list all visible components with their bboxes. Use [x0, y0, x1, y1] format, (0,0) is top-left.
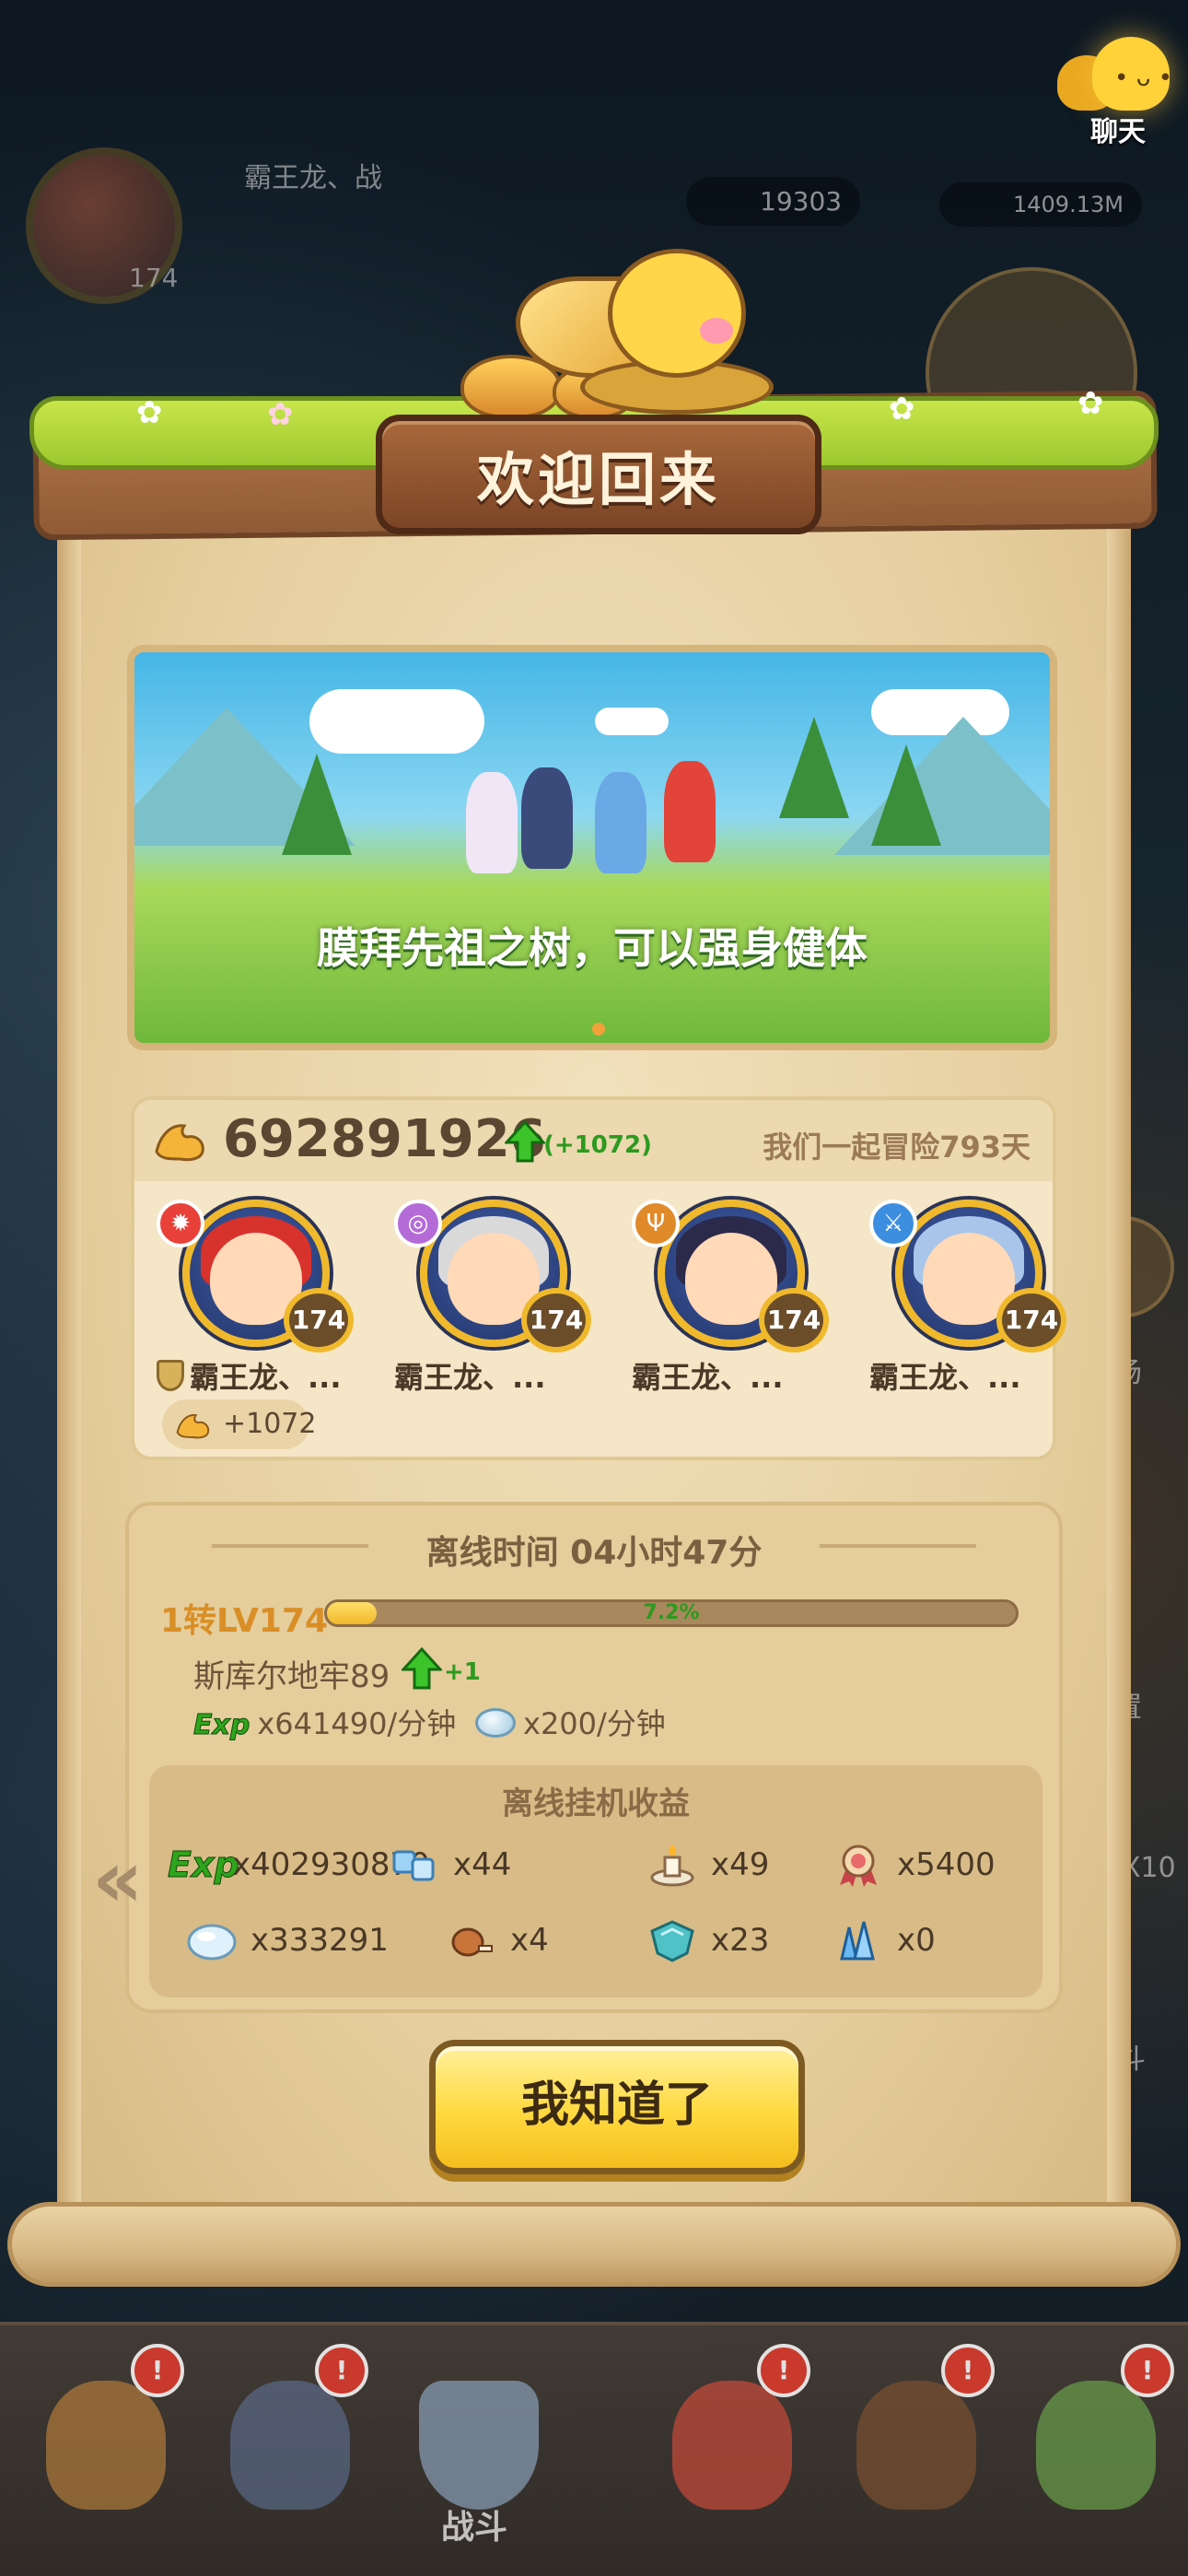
sword-element-icon: ⚔	[869, 1200, 917, 1247]
notification-badge: !	[315, 2344, 368, 2397]
flower-icon: ✿	[136, 394, 163, 431]
adventure-days: 我们一起冒险793天	[763, 1130, 1031, 1165]
meat-icon	[451, 1927, 493, 1957]
arrow-up-icon	[505, 1120, 545, 1163]
candle-icon	[650, 1844, 694, 1887]
chat-label: 聊天	[1090, 116, 1146, 148]
power-increase: (+1072)	[543, 1131, 652, 1159]
banner-page-dot[interactable]	[592, 1023, 605, 1036]
hero-icon	[230, 2381, 350, 2510]
power-header: 692891926 (+1072) 我们一起冒险793天	[134, 1100, 1053, 1181]
medal-icon	[840, 1844, 877, 1887]
blue-crystal-icon	[840, 1921, 875, 1961]
muscle-icon	[155, 1124, 204, 1162]
gem-icon	[475, 1708, 516, 1738]
flower-icon: ✿	[267, 396, 294, 433]
rewards-title: 离线挂机收益	[502, 1786, 690, 1822]
offline-rewards-panel: 离线时间 04小时47分 1转LV174 7.2% 斯库尔地牢89 +1 Exp…	[125, 1502, 1063, 2013]
dungeon-name: 斯库尔地牢89	[193, 1658, 390, 1695]
tree-icon	[282, 754, 352, 855]
team-power-value: 692891926	[223, 1109, 546, 1169]
nav-item-shop[interactable]: !	[635, 2344, 820, 2565]
hero-sprite	[664, 761, 716, 862]
arrow-up-icon	[402, 1647, 442, 1690]
player-name: 霸王龙、战	[244, 162, 382, 194]
dialog-title: 欢迎回来	[476, 446, 720, 513]
exp-progress-bar: 7.2%	[324, 1599, 1019, 1627]
hero-card[interactable]: ⚔ 174 霸王龙、...	[869, 1200, 1090, 1395]
sword-icon	[419, 2381, 539, 2510]
dungeon-increase: +1	[444, 1658, 481, 1686]
power-bonus: +1072	[162, 1399, 316, 1449]
rebirth-level: 1转LV174	[160, 1602, 329, 1640]
cloud-icon	[595, 708, 669, 735]
arcane-element-icon: ◎	[394, 1200, 442, 1247]
notification-badge: !	[131, 2344, 184, 2397]
bird-icon	[608, 249, 746, 378]
notification-badge: !	[1121, 2344, 1174, 2397]
horn-bird-mascot	[516, 249, 774, 433]
rank-shield-icon	[157, 1360, 184, 1391]
muscle-icon	[176, 1413, 210, 1439]
exp-icon: Exp	[192, 1709, 250, 1742]
hero-name: 霸王龙、...	[157, 1354, 378, 1397]
hero-level-badge: 174	[759, 1288, 829, 1352]
nav-label-battle: 战斗	[440, 2509, 507, 2547]
mountain-icon	[834, 717, 1050, 855]
hero-name: 霸王龙、...	[869, 1360, 1021, 1395]
tree-icon	[779, 717, 849, 818]
team-power-panel: 692891926 (+1072) 我们一起冒险793天 ✹ 174 霸王龙、.…	[131, 1096, 1066, 1460]
notification-badge: !	[941, 2344, 995, 2397]
hero-card[interactable]: ◎ 174 霸王龙、...	[394, 1200, 615, 1395]
gem-rate: x200/分钟	[475, 1701, 666, 1743]
chef-icon	[672, 2381, 792, 2510]
trident-element-icon: Ψ	[632, 1200, 680, 1247]
previous-arrow-icon[interactable]: «	[92, 1833, 144, 1926]
leaf-totem-icon	[1036, 2381, 1156, 2510]
flower-icon: ✿	[889, 391, 915, 427]
nav-item-heroes[interactable]: !	[193, 2344, 378, 2565]
hero-sprite	[521, 767, 573, 869]
hero-level-badge: 174	[521, 1288, 591, 1352]
exp-percent: 7.2%	[643, 1601, 700, 1624]
exp-rate: Exp x641490/分钟	[192, 1706, 457, 1742]
ice-crystal-cubes-icon	[392, 1850, 435, 1881]
nav-item-guild[interactable]: !	[999, 2344, 1183, 2565]
gem-counter: 1409.13M	[939, 182, 1142, 227]
resource-counter: 19303	[686, 177, 861, 226]
hero-card[interactable]: Ψ 174 霸王龙、...	[632, 1200, 853, 1395]
chat-button[interactable]: • ᴗ • 聊天	[1057, 18, 1177, 148]
fire-element-icon: ✹	[157, 1200, 204, 1247]
flower-icon: ✿	[1077, 385, 1104, 422]
power-bonus-value: +1072	[223, 1408, 317, 1440]
hero-name: 霸王龙、...	[394, 1360, 546, 1395]
idle-rewards-box: 离线挂机收益 Exp x402930870 x44 x49 x5400 x333…	[149, 1765, 1042, 1997]
tip-banner[interactable]: 膜拜先祖之树，可以强身健体	[127, 645, 1057, 1050]
hero-name: 霸王龙、...	[632, 1360, 784, 1395]
bear-icon	[856, 2381, 976, 2510]
caveman-icon	[46, 2381, 166, 2510]
notification-badge: !	[757, 2344, 810, 2397]
tree-icon	[871, 744, 941, 846]
hero-card[interactable]: ✹ 174 霸王龙、...	[157, 1200, 378, 1395]
scroll-bottom-roll	[7, 2202, 1181, 2287]
nav-item-pets[interactable]: !	[820, 2344, 1004, 2565]
hero-level-badge: 174	[284, 1288, 354, 1352]
nav-item-battle[interactable]: 战斗	[382, 2344, 566, 2565]
hero-sprite	[466, 772, 518, 873]
nav-item-camp[interactable]: !	[9, 2344, 193, 2565]
player-level: 174	[129, 263, 179, 293]
banner-caption: 膜拜先祖之树，可以强身健体	[317, 923, 868, 973]
confirm-button[interactable]: 我知道了	[429, 2040, 805, 2174]
exp-icon: Exp	[168, 1844, 240, 1886]
offline-time: 离线时间 04小时47分	[425, 1534, 763, 1572]
shield-stone-icon	[650, 1920, 694, 1962]
hero-sprite	[595, 772, 646, 873]
bottom-nav: ! ! 战斗 ! ! !	[0, 2322, 1188, 2576]
hero-level-badge: 174	[996, 1288, 1066, 1352]
gem-icon	[187, 1924, 237, 1961]
